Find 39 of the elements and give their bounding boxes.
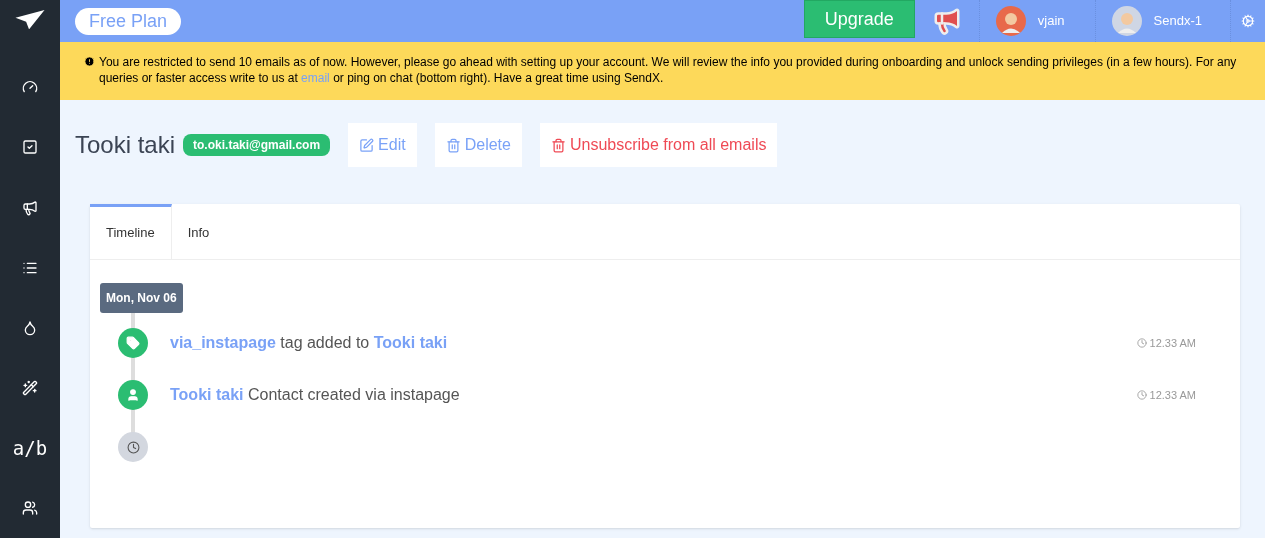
contact-name: Tooki taki: [75, 130, 176, 160]
tag-icon: [126, 336, 140, 350]
megaphone-icon[interactable]: [22, 199, 38, 216]
date-label: Mon, Nov 06: [100, 283, 183, 313]
tab[interactable]: Timeline: [90, 204, 172, 259]
avatar-icon[interactable]: [995, 6, 1026, 36]
users-icon[interactable]: [22, 499, 38, 516]
clock-icon: [1136, 338, 1147, 348]
event-link[interactable]: Tooki taki: [373, 334, 448, 351]
event-text: Tooki taki Contact created via instapage: [170, 385, 460, 405]
event-text: via_instapage tag added to Tooki taki: [170, 333, 448, 353]
trash-icon: [550, 137, 566, 153]
email-link[interactable]: email: [301, 71, 330, 85]
event-link[interactable]: Tooki taki: [170, 386, 244, 403]
droplet-icon[interactable]: [22, 319, 38, 336]
delete-button[interactable]: Delete: [434, 123, 522, 167]
trash-icon: [445, 137, 461, 153]
event-link[interactable]: via_instapage: [170, 334, 276, 351]
settings-icon[interactable]: [1241, 14, 1255, 28]
pencil-icon: [359, 137, 375, 153]
alert-icon: [84, 56, 95, 67]
email-badge: to.oki.taki@gmail.com: [183, 134, 331, 156]
user-name[interactable]: vjain: [1037, 11, 1065, 31]
event-time: 12.33 AM: [1136, 334, 1196, 352]
edit-button[interactable]: Edit: [348, 123, 417, 167]
unsubscribe-button[interactable]: Unsubscribe from all emails: [539, 123, 778, 167]
banner-message: You are restricted to send 10 emails as of now. However, please go ahead with setting up your account. We will review the info you provided during onboarding and unlock sending privileges (in a few hours). For any queries or faster access write to us at email or ping on chat (bottom right). Have a great time using SendX.: [99, 54, 1238, 87]
ab-test-nav-item[interactable]: a/b: [12, 417, 48, 478]
upgrade-button[interactable]: Upgrade: [803, 0, 915, 38]
user-icon: [126, 388, 140, 402]
paper-plane-logo[interactable]: [15, 10, 45, 30]
clock-icon: [1136, 390, 1147, 400]
checkbox-icon[interactable]: [22, 139, 38, 156]
team-name[interactable]: Sendx-1: [1153, 11, 1202, 31]
plan-badge[interactable]: Free Plan: [75, 7, 182, 35]
event-time: 12.33 AM: [1136, 386, 1196, 404]
tab[interactable]: Info: [171, 204, 226, 259]
wand-icon[interactable]: [22, 379, 38, 396]
clock-icon: [126, 440, 140, 454]
